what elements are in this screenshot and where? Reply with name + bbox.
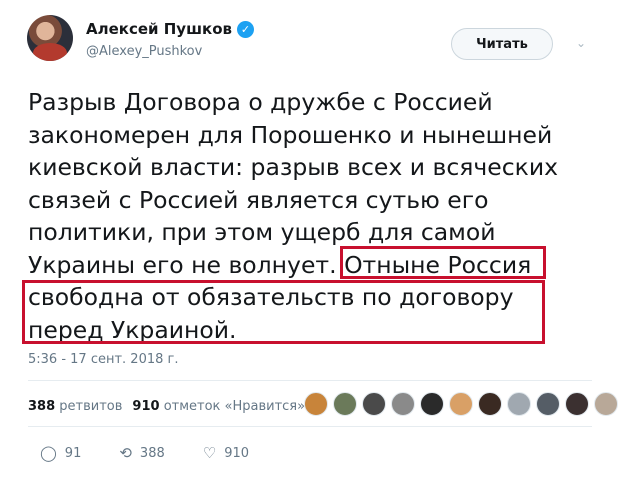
follow-button[interactable]: Читать <box>451 28 553 60</box>
author-name[interactable]: Алексей Пушков <box>86 20 232 38</box>
retweets-count: 388 <box>28 399 56 414</box>
liker-avatar[interactable] <box>333 392 357 416</box>
liker-avatar[interactable] <box>304 392 328 416</box>
avatar[interactable] <box>27 15 73 61</box>
author-name-row[interactable]: Алексей Пушков ✓ <box>86 20 254 38</box>
divider <box>28 380 592 381</box>
liker-avatar[interactable] <box>391 392 415 416</box>
reply-button[interactable]: ◯ 91 <box>40 444 81 462</box>
likes-stat[interactable]: 910 отметок «Нравится» <box>132 399 305 414</box>
reply-icon: ◯ <box>40 444 57 462</box>
liker-avatar[interactable] <box>594 392 618 416</box>
tweet-stats: 388 ретвитов 910 отметок «Нравится» <box>28 399 315 414</box>
likes-count: 910 <box>132 399 160 414</box>
highlight-box <box>22 280 545 344</box>
highlight-box <box>340 246 546 279</box>
chevron-down-icon[interactable]: ⌄ <box>573 36 589 50</box>
tweet-timestamp[interactable]: 5:36 - 17 сент. 2018 г. <box>28 352 178 367</box>
likers-avatars <box>304 392 620 416</box>
liker-avatar[interactable] <box>420 392 444 416</box>
liker-avatar[interactable] <box>565 392 589 416</box>
likes-label: отметок «Нравится» <box>163 399 306 414</box>
liker-avatar[interactable] <box>507 392 531 416</box>
retweet-count: 388 <box>139 445 165 461</box>
tweet-actions: ◯ 91 ⟲ 388 ♡ 910 <box>40 444 287 462</box>
divider <box>28 426 592 427</box>
liker-avatar[interactable] <box>449 392 473 416</box>
like-button[interactable]: ♡ 910 <box>203 444 249 462</box>
liker-avatar[interactable] <box>362 392 386 416</box>
reply-count: 91 <box>64 445 82 461</box>
like-count: 910 <box>224 445 250 461</box>
heart-icon: ♡ <box>202 444 217 462</box>
verified-badge-icon: ✓ <box>237 20 254 38</box>
retweet-icon: ⟲ <box>119 444 132 462</box>
liker-avatar[interactable] <box>536 392 560 416</box>
retweets-label: ретвитов <box>59 399 123 414</box>
author-handle[interactable]: @Alexey_Pushkov <box>86 44 202 59</box>
retweet-button[interactable]: ⟲ 388 <box>119 444 164 462</box>
retweets-stat[interactable]: 388 ретвитов <box>28 399 122 414</box>
liker-avatar[interactable] <box>478 392 502 416</box>
